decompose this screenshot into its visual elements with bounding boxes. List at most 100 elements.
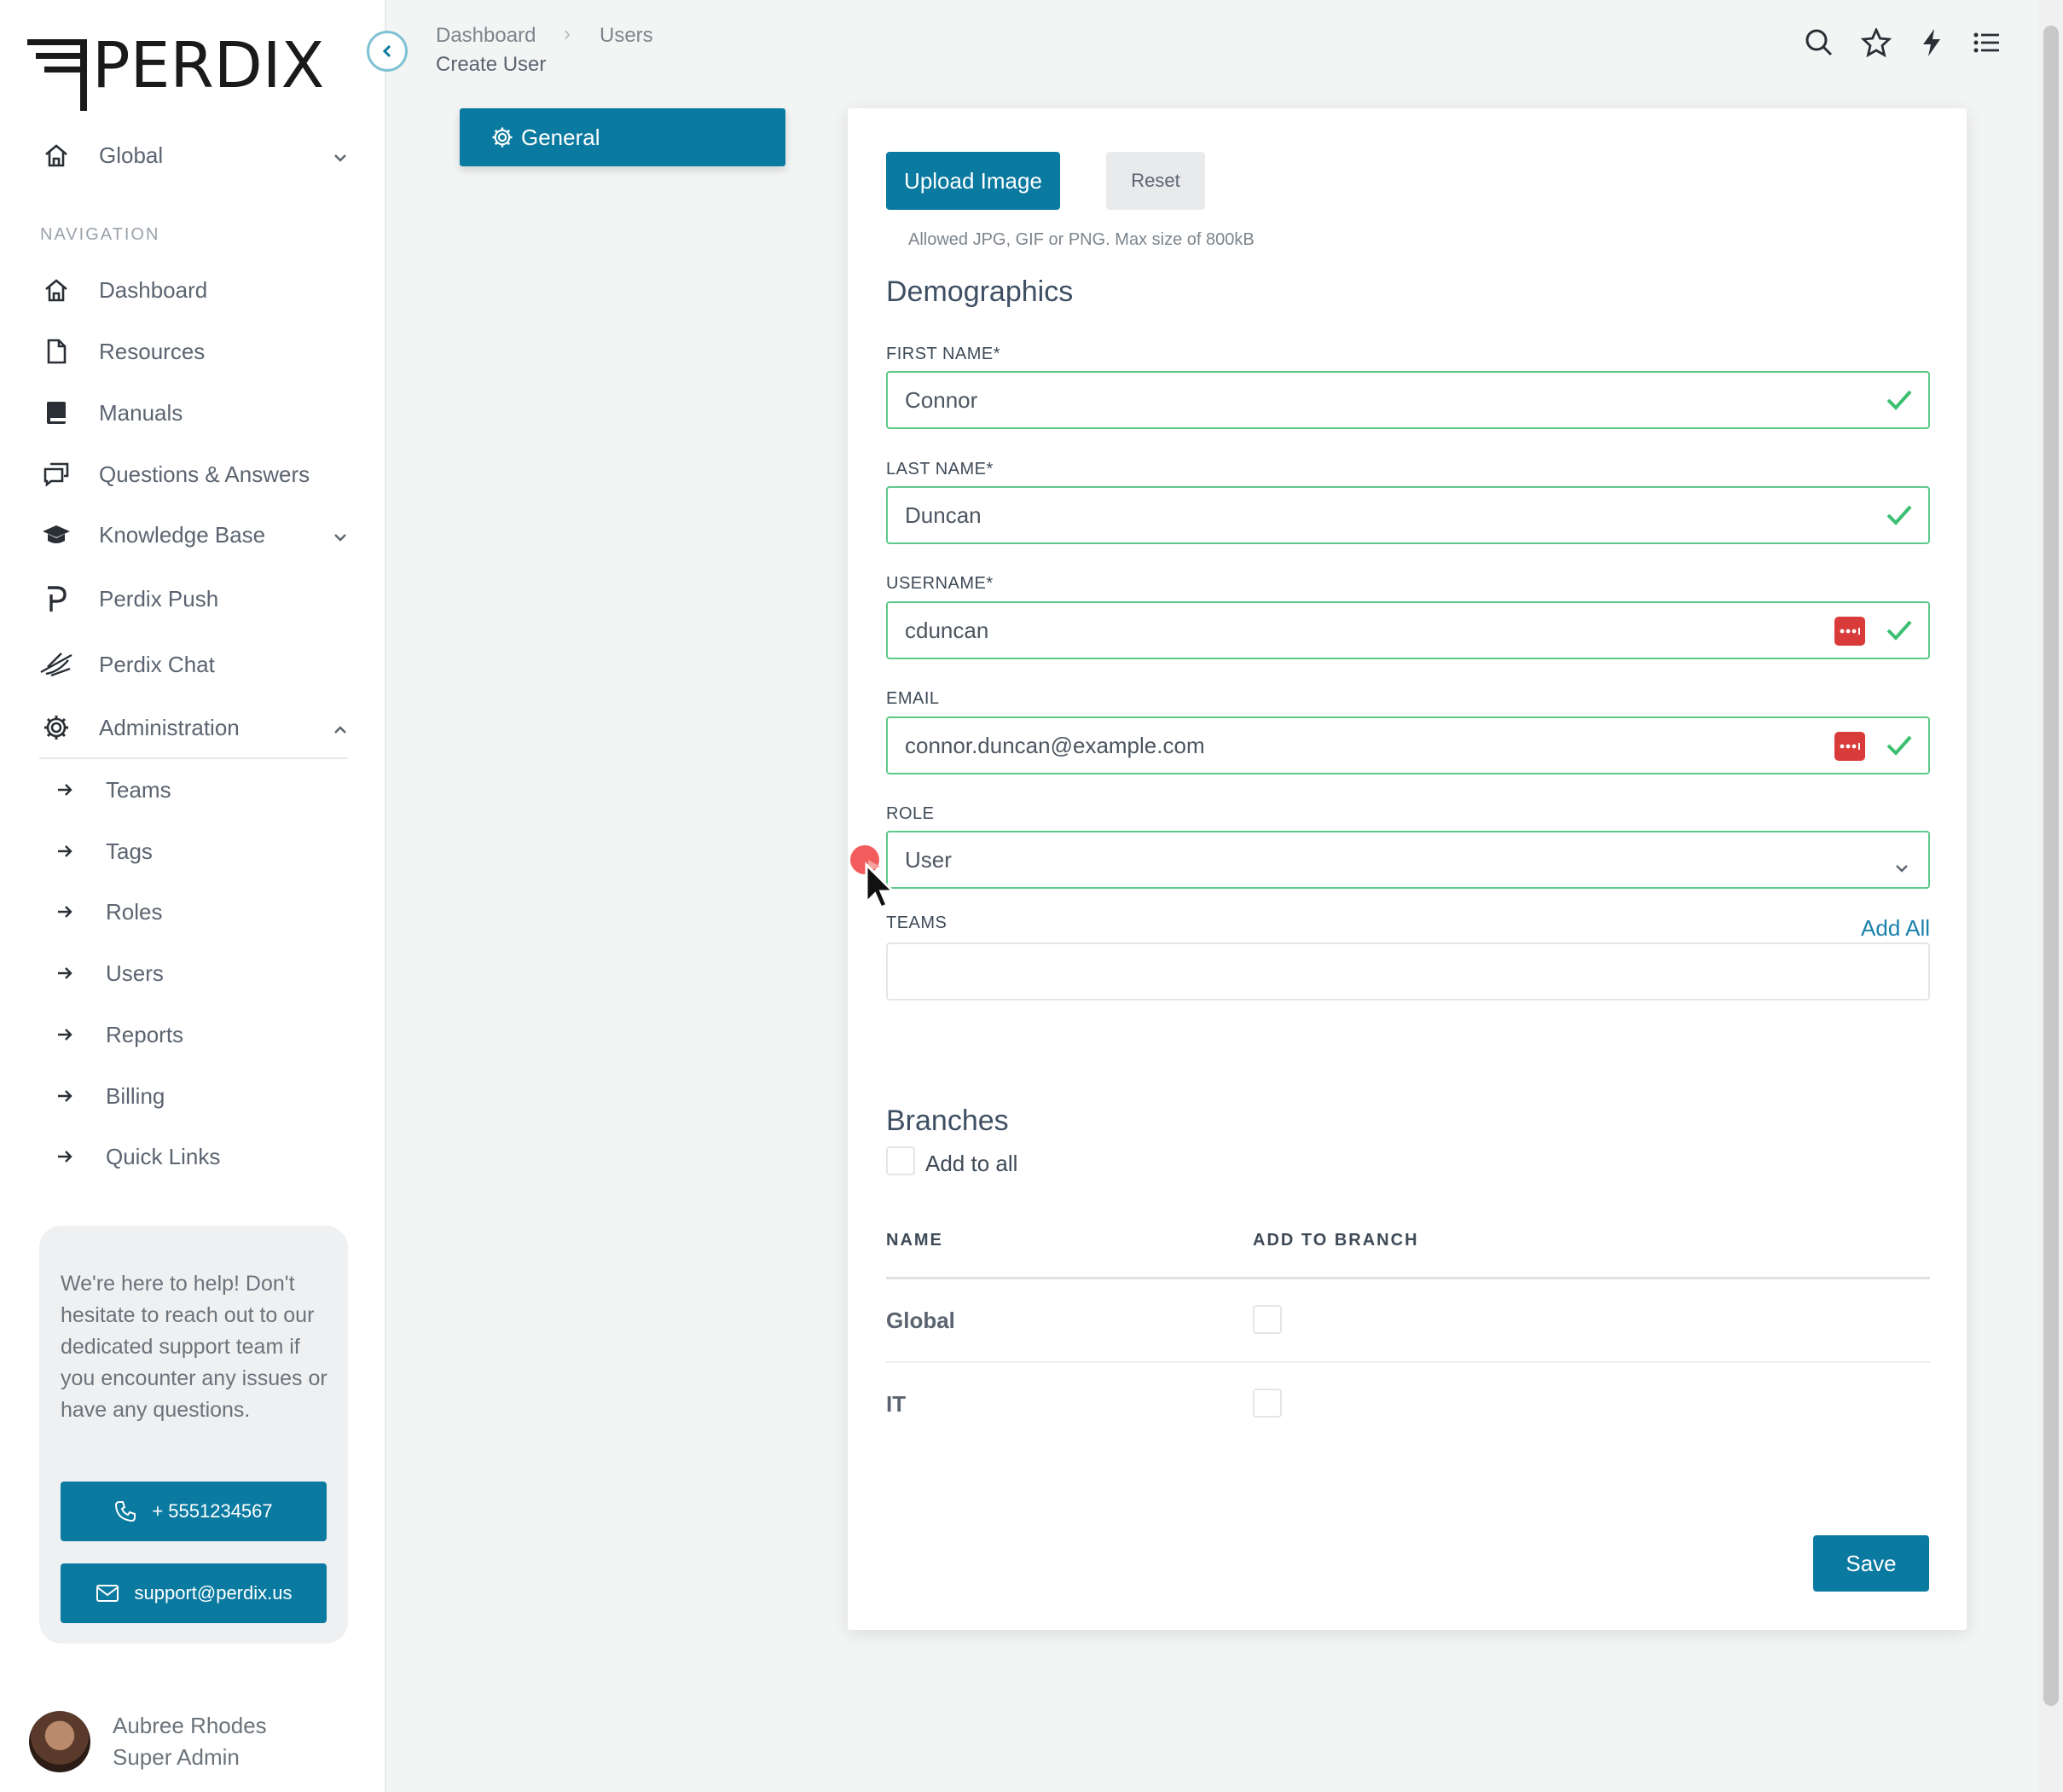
first-name-input[interactable]: Connor xyxy=(886,371,1930,429)
branch-selector-label: Global xyxy=(99,142,164,168)
sidebar-item-manuals[interactable]: Manuals xyxy=(39,392,183,433)
arrow-right-icon xyxy=(56,904,77,919)
perdix-logo[interactable]: PERDIX xyxy=(27,29,358,115)
sidebar-item-label: Perdix Chat xyxy=(99,651,215,677)
add-to-branch-checkbox[interactable] xyxy=(1253,1305,1282,1334)
sidebar-subitem-label: Reports xyxy=(106,1021,184,1047)
sidebar-item-perdix-push[interactable]: Perdix Push xyxy=(39,578,218,619)
sidebar-subitem-label: Billing xyxy=(106,1082,165,1109)
upload-hint: Allowed JPG, GIF or PNG. Max size of 800… xyxy=(908,230,1255,249)
username-input[interactable]: cduncan xyxy=(886,601,1930,659)
sidebar-subitem-reports[interactable]: Reports xyxy=(56,1016,183,1053)
sidebar-subitem-tags[interactable]: Tags xyxy=(56,832,153,870)
perdix-p-icon xyxy=(39,582,73,616)
scrollbar-thumb[interactable] xyxy=(2043,26,2059,1706)
support-phone-button[interactable]: + 5551234567 xyxy=(61,1482,327,1541)
role-label: ROLE xyxy=(886,804,935,823)
support-card: We're here to help! Don't hesitate to re… xyxy=(39,1226,348,1644)
chat-icon xyxy=(39,457,73,491)
teams-input[interactable] xyxy=(886,942,1930,1000)
table-row-name: IT xyxy=(886,1391,907,1417)
email-value: connor.duncan@example.com xyxy=(905,732,1205,758)
graduation-cap-icon xyxy=(39,518,73,552)
support-email-button[interactable]: support@perdix.us xyxy=(61,1563,327,1623)
password-manager-icon[interactable] xyxy=(1834,617,1865,646)
sidebar: PERDIX Global NAVIGATION Dashboard Resou… xyxy=(0,0,408,1792)
column-header-add-to-branch: ADD TO BRANCH xyxy=(1253,1231,1419,1250)
sidebar-item-questions-answers[interactable]: Questions & Answers xyxy=(39,454,310,495)
sidebar-item-label: Perdix Push xyxy=(99,585,219,612)
last-name-value: Duncan xyxy=(905,502,982,528)
star-icon[interactable] xyxy=(1859,26,1893,60)
arrow-right-icon xyxy=(56,1027,77,1042)
search-icon[interactable] xyxy=(1802,26,1836,60)
arrow-right-icon xyxy=(56,844,77,859)
book-icon xyxy=(39,396,73,430)
support-email-label: support@perdix.us xyxy=(134,1582,293,1604)
last-name-input[interactable]: Duncan xyxy=(886,486,1930,544)
sidebar-subitem-billing[interactable]: Billing xyxy=(56,1077,165,1115)
tab-general-label: General xyxy=(521,124,600,150)
sidebar-subitem-teams[interactable]: Teams xyxy=(56,771,171,809)
reset-button[interactable]: Reset xyxy=(1106,152,1205,210)
check-icon xyxy=(1886,734,1913,763)
arrow-right-icon xyxy=(56,782,77,797)
sidebar-subitem-label: Users xyxy=(106,960,164,986)
arrow-right-icon xyxy=(56,966,77,981)
last-name-label: LAST NAME* xyxy=(886,460,994,478)
table-header-divider xyxy=(886,1277,1930,1279)
sidebar-item-resources[interactable]: Resources xyxy=(39,331,205,372)
sidebar-item-label: Questions & Answers xyxy=(99,461,310,487)
add-to-all-checkbox[interactable] xyxy=(886,1146,915,1175)
gear-icon xyxy=(492,127,513,148)
sidebar-subitem-quick-links[interactable]: Quick Links xyxy=(56,1138,220,1175)
add-to-branch-checkbox[interactable] xyxy=(1253,1389,1282,1418)
sidebar-item-label: Resources xyxy=(99,338,206,364)
sidebar-item-knowledge-base[interactable]: Knowledge Base xyxy=(39,514,346,555)
sidebar-item-perdix-chat[interactable]: Perdix Chat xyxy=(39,644,215,685)
sidebar-item-dashboard[interactable]: Dashboard xyxy=(39,270,207,310)
current-user[interactable]: Aubree Rhodes Super Admin xyxy=(29,1710,267,1773)
tab-general[interactable]: General xyxy=(460,108,785,166)
check-icon xyxy=(1886,388,1913,418)
first-name-value: Connor xyxy=(905,386,978,413)
breadcrumb-dashboard[interactable]: Dashboard xyxy=(436,24,536,48)
password-manager-icon[interactable] xyxy=(1834,732,1865,761)
add-all-teams-link[interactable]: Add All xyxy=(1861,915,1930,942)
arrow-right-icon xyxy=(56,1088,77,1104)
svg-text:PERDIX: PERDIX xyxy=(92,29,324,102)
check-icon xyxy=(1886,618,1913,648)
table-row-name: Global xyxy=(886,1308,955,1333)
demographics-title: Demographics xyxy=(886,275,1074,308)
role-select[interactable]: User xyxy=(886,831,1930,889)
support-text: We're here to help! Don't hesitate to re… xyxy=(61,1272,327,1422)
sidebar-item-label: Administration xyxy=(99,714,240,740)
lightning-icon[interactable] xyxy=(1915,26,1949,60)
username-value: cduncan xyxy=(905,617,989,643)
bird-icon xyxy=(39,647,73,681)
upload-image-button[interactable]: Upload Image xyxy=(886,152,1060,210)
mouse-cursor-icon xyxy=(849,843,901,915)
sidebar-item-label: Manuals xyxy=(99,399,183,426)
sidebar-item-administration[interactable]: Administration xyxy=(39,707,346,748)
collapse-sidebar-button[interactable] xyxy=(367,31,408,72)
role-value: User xyxy=(905,846,952,873)
branches-title: Branches xyxy=(886,1105,1009,1137)
breadcrumb-users[interactable]: Users xyxy=(600,24,653,48)
home-icon xyxy=(39,138,73,172)
file-icon xyxy=(39,334,73,368)
username-label: USERNAME* xyxy=(886,574,994,593)
email-input[interactable]: connor.duncan@example.com xyxy=(886,716,1930,774)
gear-icon xyxy=(39,710,73,745)
branch-selector[interactable]: Global xyxy=(39,135,346,176)
phone-icon xyxy=(115,1501,136,1522)
list-icon[interactable] xyxy=(1970,26,2004,60)
sidebar-subitem-roles[interactable]: Roles xyxy=(56,893,162,931)
teams-label: TEAMS xyxy=(886,913,947,932)
save-button[interactable]: Save xyxy=(1813,1535,1929,1592)
add-to-all-label: Add to all xyxy=(925,1151,1018,1176)
sidebar-subitem-users[interactable]: Users xyxy=(56,954,164,992)
arrow-right-icon xyxy=(56,1149,77,1164)
page-title: Create User xyxy=(436,53,547,76)
sidebar-subitem-label: Teams xyxy=(106,776,171,803)
